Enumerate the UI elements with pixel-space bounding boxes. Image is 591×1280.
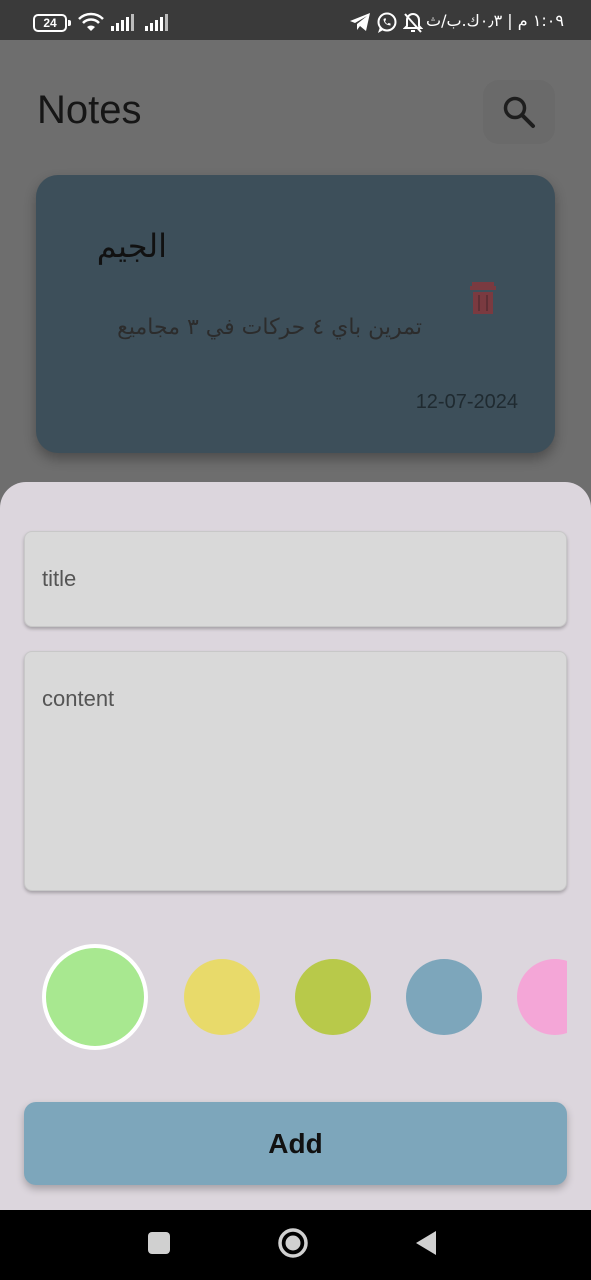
- search-button[interactable]: [483, 80, 555, 144]
- page-title: Notes: [37, 88, 142, 132]
- whatsapp-icon: [377, 12, 397, 33]
- wifi-icon: [78, 12, 104, 31]
- search-icon: [503, 96, 535, 128]
- color-swatch-selected[interactable]: [42, 944, 148, 1050]
- note-content: تمرين باي ٤ حركات في ٣ مجاميع: [117, 315, 422, 340]
- add-note-sheet: title content Add: [0, 482, 591, 1210]
- color-swatch[interactable]: [184, 959, 260, 1035]
- note-title: الجيم: [96, 227, 167, 265]
- status-bar: 24 ١:٠٩ م | ٠٫٣ك.ب/ث: [0, 0, 591, 40]
- status-time-speed: ١:٠٩ م | ٠٫٣ك.ب/ث: [426, 11, 564, 30]
- color-swatch[interactable]: [517, 959, 567, 1035]
- signal-icon: [111, 14, 134, 31]
- navigation-bar: [0, 1210, 591, 1280]
- note-date: 12-07-2024: [415, 391, 518, 413]
- color-picker: [24, 942, 567, 1052]
- color-swatch[interactable]: [406, 959, 482, 1035]
- add-button[interactable]: Add: [24, 1102, 567, 1185]
- delete-note-button[interactable]: [466, 280, 500, 322]
- trash-icon: [470, 282, 496, 314]
- recent-apps-icon[interactable]: [147, 1231, 171, 1255]
- bell-off-icon: [403, 12, 423, 33]
- back-icon[interactable]: [414, 1229, 438, 1257]
- content-input[interactable]: content: [24, 651, 567, 891]
- telegram-icon: [350, 13, 370, 31]
- title-input[interactable]: title: [24, 531, 567, 627]
- signal-icon: [145, 14, 168, 31]
- home-icon[interactable]: [277, 1227, 309, 1259]
- color-swatch[interactable]: [295, 959, 371, 1035]
- note-card[interactable]: الجيم تمرين باي ٤ حركات في ٣ مجاميع 12-0…: [36, 175, 555, 453]
- battery-icon: 24: [33, 14, 71, 32]
